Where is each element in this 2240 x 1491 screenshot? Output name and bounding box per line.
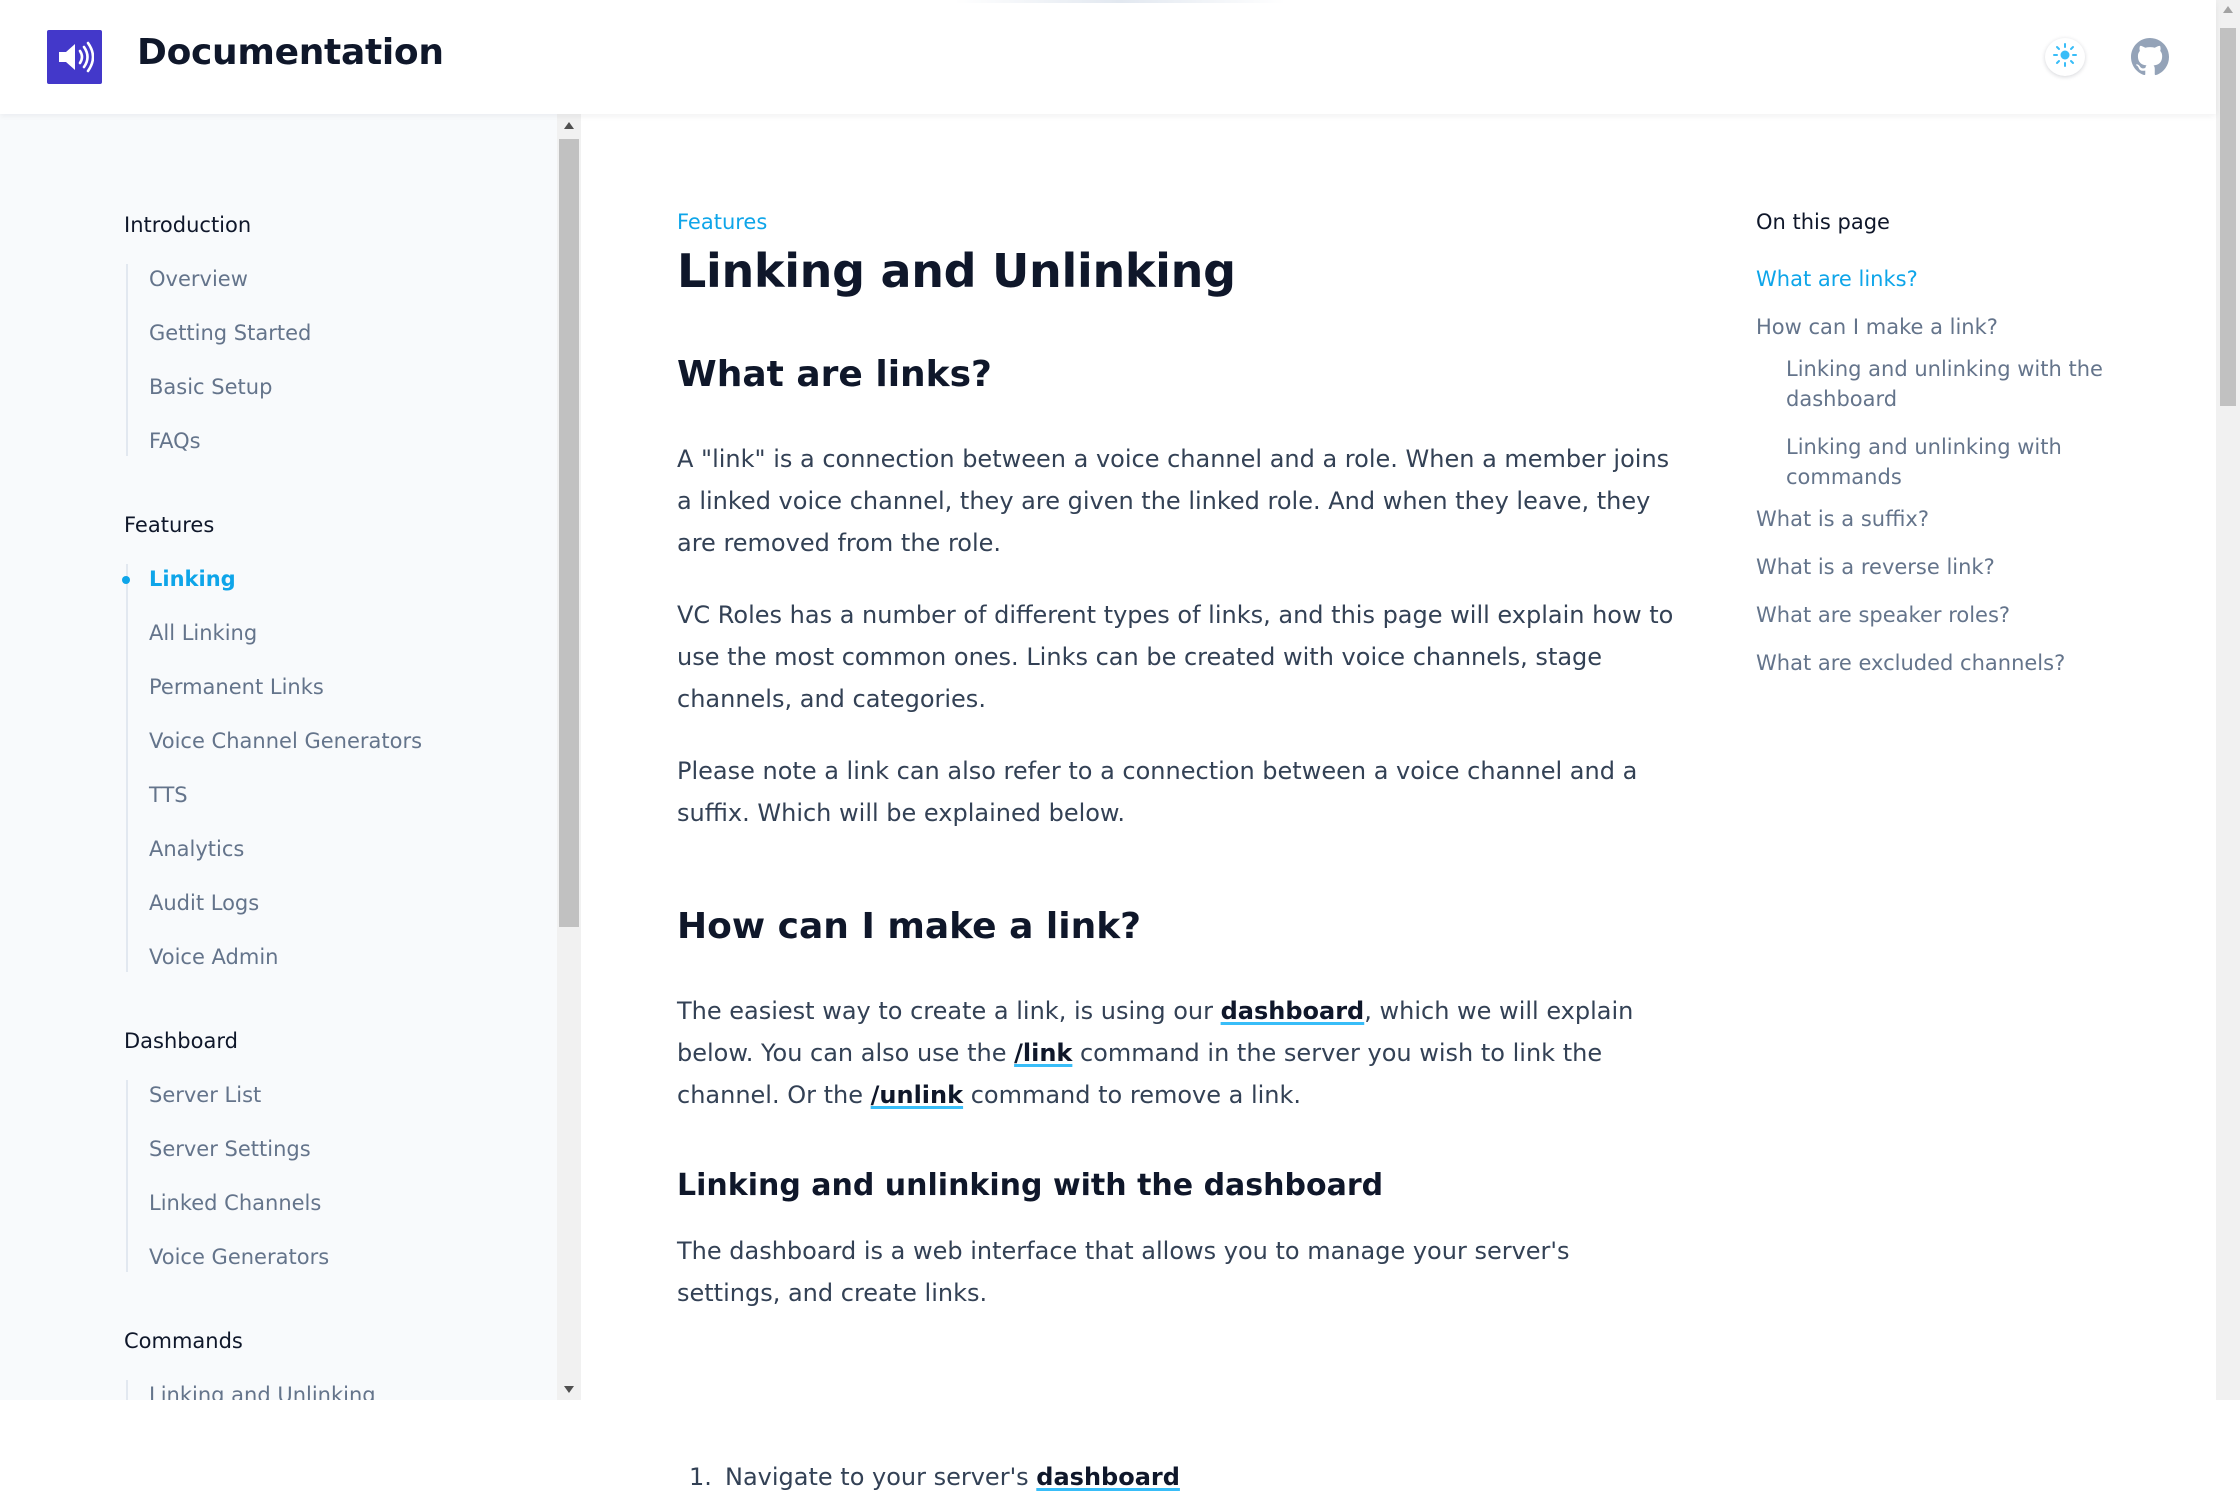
section-eyebrow[interactable]: Features bbox=[677, 210, 767, 234]
list-item-number: 1. bbox=[689, 1463, 712, 1491]
sidebar-item-overview[interactable]: Overview bbox=[128, 264, 311, 318]
toc-link-excluded-channels[interactable]: What are excluded channels? bbox=[1756, 648, 2065, 678]
text: The easiest way to create a link, is usi… bbox=[677, 997, 1221, 1025]
active-indicator bbox=[122, 576, 130, 584]
paragraph: VC Roles has a number of different types… bbox=[677, 601, 1674, 713]
sidebar-nav: Introduction Overview Getting Started Ba… bbox=[0, 114, 557, 1400]
sidebar-item-faqs[interactable]: FAQs bbox=[128, 426, 311, 456]
server-dashboard-link[interactable]: dashboard bbox=[1036, 1463, 1180, 1491]
paragraph: The dashboard is a web interface that al… bbox=[677, 1237, 1570, 1307]
scroll-down-icon[interactable] bbox=[564, 1386, 574, 1393]
link-command-link[interactable]: /link bbox=[1014, 1039, 1072, 1067]
dashboard-link[interactable]: dashboard bbox=[1221, 997, 1365, 1025]
paragraph: A "link" is a connection between a voice… bbox=[677, 445, 1670, 557]
sidebar-item-server-list[interactable]: Server List bbox=[128, 1080, 329, 1134]
sidebar-section-commands: Commands Linking and Unlinking bbox=[124, 1326, 376, 1400]
github-icon[interactable] bbox=[2129, 36, 2171, 78]
toc-link-how-make-link[interactable]: How can I make a link? bbox=[1756, 312, 1998, 342]
sidebar-scrollbar[interactable] bbox=[557, 114, 581, 1400]
toc-link-reverse-link[interactable]: What is a reverse link? bbox=[1756, 552, 1995, 582]
sidebar-item-getting-started[interactable]: Getting Started bbox=[128, 318, 311, 372]
sidebar-item-voice-generators[interactable]: Voice Generators bbox=[128, 1242, 329, 1272]
text: Navigate to your server's bbox=[725, 1463, 1037, 1491]
site-title[interactable]: Documentation bbox=[137, 32, 444, 73]
sidebar-item-audit-logs[interactable]: Audit Logs bbox=[128, 888, 422, 942]
unlink-command-link[interactable]: /unlink bbox=[871, 1081, 963, 1109]
sun-icon bbox=[2052, 42, 2078, 72]
sidebar-item-linked-channels[interactable]: Linked Channels bbox=[128, 1188, 329, 1242]
sidebar-item-voice-admin[interactable]: Voice Admin bbox=[128, 942, 422, 972]
sidebar-item-linking[interactable]: Linking bbox=[122, 564, 422, 618]
heading-what-are-links: What are links? bbox=[677, 354, 992, 395]
toc-title: On this page bbox=[1756, 210, 1890, 234]
toc-link-what-are-links[interactable]: What are links? bbox=[1756, 264, 1918, 294]
heading-how-make-link: How can I make a link? bbox=[677, 906, 1142, 947]
paragraph: Please note a link can also refer to a c… bbox=[677, 757, 1638, 827]
sidebar-item-permanent-links[interactable]: Permanent Links bbox=[128, 672, 422, 726]
heading-linking-dashboard: Linking and unlinking with the dashboard bbox=[677, 1168, 1384, 1203]
page-scrollbar[interactable] bbox=[2216, 0, 2240, 1400]
page-title: Linking and Unlinking bbox=[677, 244, 1236, 298]
sidebar-scrollbar-thumb[interactable] bbox=[559, 139, 579, 927]
sidebar-section-title: Features bbox=[124, 513, 215, 537]
top-shadow bbox=[955, 0, 1285, 3]
toc-link-suffix[interactable]: What is a suffix? bbox=[1756, 504, 1929, 534]
scroll-up-icon[interactable] bbox=[2223, 6, 2233, 13]
site-header: Documentation bbox=[0, 0, 2216, 114]
sidebar-section-title: Introduction bbox=[124, 213, 252, 237]
sidebar-item-tts[interactable]: TTS bbox=[128, 780, 422, 834]
sidebar-item-server-settings[interactable]: Server Settings bbox=[128, 1134, 329, 1188]
sidebar-item-basic-setup[interactable]: Basic Setup bbox=[128, 372, 311, 426]
sidebar-section-introduction: Introduction Overview Getting Started Ba… bbox=[124, 210, 311, 456]
sidebar-section-title: Commands bbox=[124, 1329, 243, 1353]
sidebar-item-linking-and-unlinking[interactable]: Linking and Unlinking bbox=[128, 1380, 376, 1400]
list-item: Navigate to your server's dashboard bbox=[725, 1463, 1180, 1491]
text: command to remove a link. bbox=[963, 1081, 1302, 1109]
toc-link-linking-dashboard[interactable]: Linking and unlinking with the dashboard bbox=[1786, 354, 2116, 414]
toc-link-speaker-roles[interactable]: What are speaker roles? bbox=[1756, 600, 2010, 630]
toc-link-linking-commands[interactable]: Linking and unlinking with commands bbox=[1786, 432, 2116, 492]
sidebar-section-title: Dashboard bbox=[124, 1029, 238, 1053]
paragraph: The easiest way to create a link, is usi… bbox=[677, 990, 1677, 1116]
sidebar-section-dashboard: Dashboard Server List Server Settings Li… bbox=[124, 1026, 329, 1272]
sidebar-item-label: Linking bbox=[149, 567, 236, 591]
page-scrollbar-thumb[interactable] bbox=[2220, 28, 2236, 406]
scroll-up-icon[interactable] bbox=[564, 122, 574, 129]
sidebar-item-all-linking[interactable]: All Linking bbox=[128, 618, 422, 672]
sidebar-item-analytics[interactable]: Analytics bbox=[128, 834, 422, 888]
speaker-icon[interactable] bbox=[47, 30, 102, 84]
sidebar-item-voice-channel-generators[interactable]: Voice Channel Generators bbox=[128, 726, 422, 780]
sidebar-section-features: Features Linking All Linking Permanent L… bbox=[122, 510, 422, 972]
theme-toggle-button[interactable] bbox=[2045, 38, 2085, 76]
